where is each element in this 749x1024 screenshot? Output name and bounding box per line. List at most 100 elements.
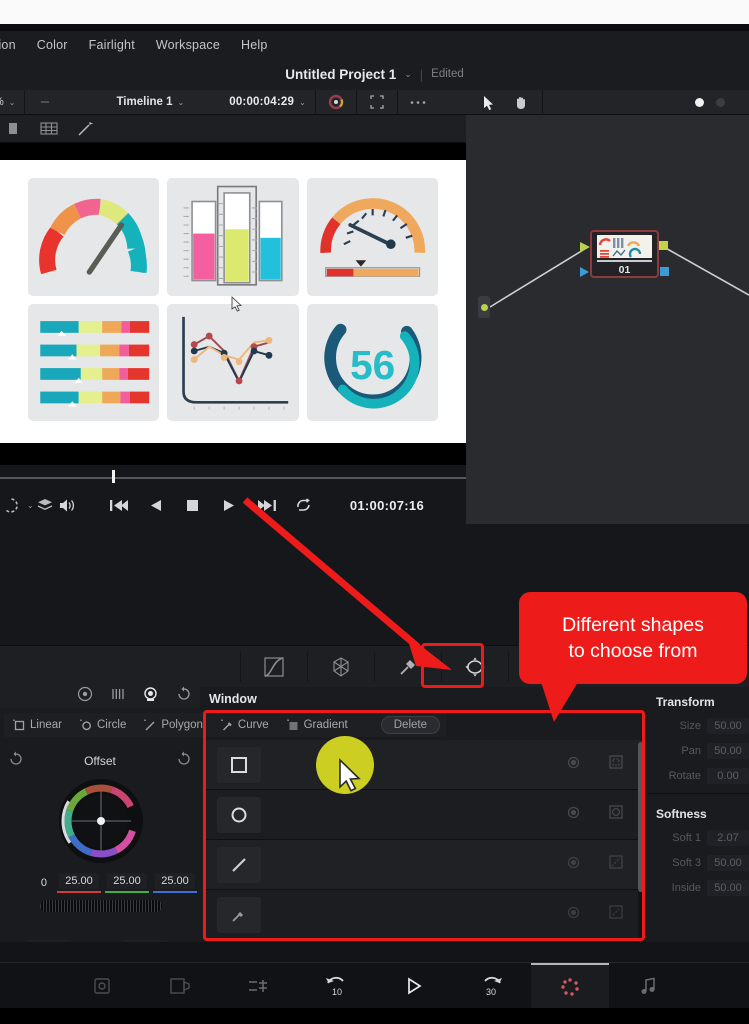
offset-label: Offset [84, 754, 116, 768]
offset-ring-slider[interactable] [40, 900, 162, 912]
step-backward-button[interactable] [145, 494, 167, 516]
offset-header-row: Offset [0, 745, 200, 777]
color-wheel-icon[interactable] [325, 91, 347, 113]
grid-icon[interactable] [38, 118, 60, 140]
transform-pan-label: Pan [681, 744, 701, 757]
page-fusion[interactable]: 10 [297, 963, 375, 1009]
fullscreen-icon[interactable] [366, 91, 388, 113]
node-01[interactable]: 01 [590, 230, 659, 278]
bottom-black-bar [0, 1008, 749, 1024]
menu-help[interactable]: Help [241, 38, 268, 52]
page-fairlight[interactable]: 30 [453, 963, 531, 1009]
play-button[interactable] [219, 494, 241, 516]
mask-shape-icon[interactable] [608, 754, 624, 775]
chevron-down-icon[interactable]: ⌄ [404, 69, 412, 80]
node-editor-toolbar [466, 89, 749, 115]
mask-shape-icon[interactable] [608, 854, 624, 875]
tool-circle-label: Circle [96, 719, 127, 731]
stop-button[interactable] [182, 494, 204, 516]
offset-blue-value[interactable]: 25.00 [155, 873, 195, 889]
menu-fairlight[interactable]: Fairlight [89, 38, 135, 52]
timeline-chevron-down-icon[interactable]: ⌄ [178, 98, 185, 107]
menu-color[interactable]: Color [37, 38, 68, 52]
transform-size-value[interactable]: 50.00 [707, 717, 749, 734]
shape-row-curve[interactable] [205, 890, 642, 940]
scrub-bar[interactable] [0, 466, 466, 486]
annotation-callout: Different shapes to choose from [519, 592, 747, 684]
link-icon[interactable] [34, 91, 56, 113]
curves-icon[interactable] [241, 646, 307, 688]
transform-pan-value[interactable]: 50.00 [707, 742, 749, 759]
shape-row-circle[interactable] [205, 790, 642, 840]
mask-invert-icon[interactable] [567, 806, 580, 824]
viewer-toolbar: % ⌄ Timeline 1 ⌄ 00:00:04:29 ⌄ [0, 89, 466, 115]
shape-row-polygon[interactable] [205, 840, 642, 890]
hand-tool-icon[interactable] [510, 91, 532, 113]
more-options-icon[interactable] [407, 91, 429, 113]
delete-button[interactable]: Delete [380, 716, 440, 734]
tool-polygon-label: Polygon [161, 719, 203, 731]
playhead-marker[interactable] [112, 470, 115, 483]
page-music[interactable] [609, 963, 687, 1009]
node-display-dot-active-icon[interactable] [695, 97, 704, 107]
timecode-chevron-down-icon[interactable]: ⌄ [299, 98, 306, 107]
node-editor-canvas[interactable]: 01 [466, 115, 749, 524]
timeline-name[interactable]: Timeline 1 [116, 96, 172, 108]
offset-green-value[interactable]: 25.00 [107, 873, 147, 889]
tool-gradient[interactable]: Gradient [278, 713, 357, 737]
mask-invert-icon[interactable] [567, 906, 580, 924]
qualifier-3d-icon[interactable] [134, 680, 167, 708]
menu-fusion[interactable]: sion [0, 38, 16, 52]
tool-circle[interactable]: Circle [71, 713, 135, 737]
page-deliver[interactable] [530, 962, 609, 1009]
page-cut[interactable] [141, 963, 219, 1009]
mask-invert-icon[interactable] [567, 756, 580, 774]
clip-icon[interactable] [2, 118, 24, 140]
shape-list-scrollbar-thumb[interactable] [638, 742, 644, 892]
loop-range-icon[interactable] [0, 494, 22, 516]
page-media[interactable] [63, 963, 141, 1009]
offset-reset-left-icon[interactable] [8, 751, 24, 772]
mask-invert-icon[interactable] [567, 856, 580, 874]
mask-shape-icon[interactable] [608, 804, 624, 825]
mask-shape-icon[interactable] [608, 904, 624, 925]
softness-soft3-value[interactable]: 50.00 [707, 854, 749, 871]
softness-soft1-label: Soft 1 [672, 831, 701, 844]
softness-inside-value[interactable]: 50.00 [707, 879, 749, 896]
page-color[interactable] [375, 963, 453, 1009]
shape-row-linear[interactable] [205, 740, 642, 790]
offset-color-wheel[interactable] [55, 775, 147, 867]
power-window-icon[interactable] [442, 646, 508, 688]
panel-divider [648, 793, 749, 794]
tool-linear[interactable]: Linear [4, 713, 71, 737]
tool-polygon[interactable]: Polygon [135, 713, 212, 737]
transform-rotate-value[interactable]: 0.00 [707, 767, 749, 784]
layers-icon[interactable] [34, 494, 56, 516]
audio-icon[interactable] [56, 494, 78, 516]
jump-to-end-button[interactable] [256, 494, 278, 516]
qualifier-bars-icon[interactable] [101, 680, 134, 708]
softness-soft1-value[interactable]: 2.07 [707, 829, 749, 846]
offset-red-value[interactable]: 25.00 [59, 873, 99, 889]
pointer-tool-icon[interactable] [478, 91, 500, 113]
menu-workspace[interactable]: Workspace [156, 38, 220, 52]
loop-button[interactable] [293, 494, 315, 516]
divider [396, 89, 398, 115]
offset-master-value[interactable]: 0 [34, 875, 53, 891]
page-edit[interactable] [219, 963, 297, 1009]
window-shape-toolbar: Linear Circle Polygon Curve Gradient Del… [4, 713, 446, 737]
tool-curve[interactable]: Curve [212, 713, 278, 737]
softness-title: Softness [656, 807, 707, 821]
qualifier-picker-icon[interactable] [68, 680, 101, 708]
offset-reset-right-icon[interactable] [176, 751, 192, 772]
source-node[interactable] [478, 296, 490, 318]
eyedropper-icon[interactable] [375, 646, 441, 688]
zoom-chevron-down-icon[interactable]: ⌄ [9, 98, 16, 107]
qualifier-reset-icon[interactable] [167, 680, 200, 708]
source-output-port-icon[interactable] [480, 303, 488, 311]
loop-chevron-down-icon[interactable]: ⌄ [27, 501, 34, 510]
node-display-dot-icon[interactable] [716, 97, 725, 107]
tracker-icon[interactable] [308, 646, 374, 688]
jump-to-start-button[interactable] [108, 494, 130, 516]
magic-wand-icon[interactable] [74, 118, 96, 140]
